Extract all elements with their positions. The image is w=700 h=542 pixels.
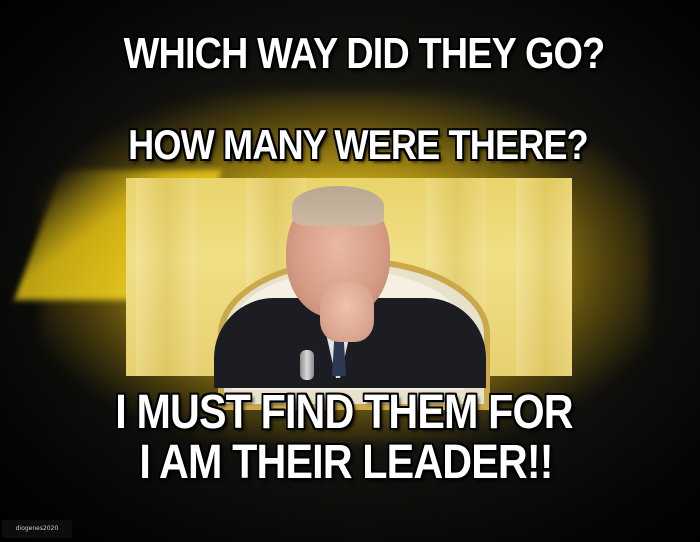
meme-canvas: WHICH WAY DID THEY GO? HOW MANY WERE THE… xyxy=(0,0,700,542)
hair xyxy=(292,186,384,226)
caption-bottom-line-2: I AM THEIR LEADER!! xyxy=(139,436,553,489)
caption-bottom-line-1: I MUST FIND THEM FOR xyxy=(115,386,573,439)
wall-panel xyxy=(136,178,196,376)
microphone xyxy=(300,350,314,380)
caption-top-line-1: WHICH WAY DID THEY GO? xyxy=(123,29,606,78)
watermark: diogenes2020 xyxy=(2,520,72,538)
wall-panel xyxy=(516,178,572,376)
hand-on-face xyxy=(320,282,374,342)
caption-top-line-2: HOW MANY WERE THERE? xyxy=(128,121,589,168)
